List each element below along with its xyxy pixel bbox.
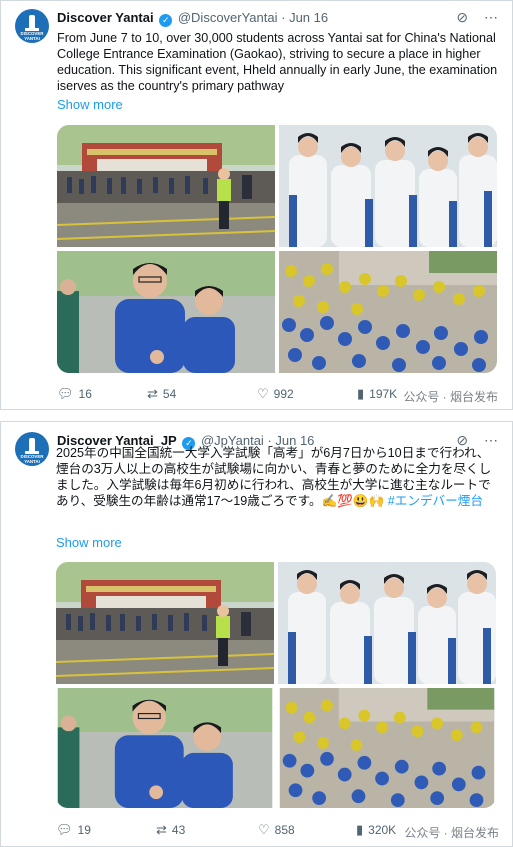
screenshot-canvas: DISCOVER YANTAI Discover Yantai ✓ @Disco… bbox=[0, 0, 513, 847]
tweet-header: Discover Yantai ✓ @DiscoverYantai · Jun … bbox=[57, 10, 500, 28]
like-button[interactable]: ♡ 858 bbox=[258, 822, 295, 838]
reply-button[interactable]: 💬︎ 16 bbox=[57, 386, 92, 402]
reply-icon: 💬︎ bbox=[57, 386, 74, 401]
repost-count: 43 bbox=[171, 823, 186, 837]
avatar-logo-text: DISCOVER YANTAI bbox=[20, 31, 44, 41]
photo-student-crowd[interactable] bbox=[278, 688, 496, 808]
photo-students-uniforms[interactable] bbox=[279, 125, 497, 247]
tweet-date[interactable]: · Jun 16 bbox=[281, 10, 328, 25]
author-name[interactable]: Discover Yantai bbox=[57, 10, 154, 25]
more-icon[interactable]: ⋯ bbox=[484, 9, 498, 25]
like-button[interactable]: ♡ 992 bbox=[257, 386, 294, 402]
show-more-link[interactable]: Show more bbox=[57, 97, 123, 112]
show-more-link[interactable]: Show more bbox=[56, 535, 122, 550]
hashtag-link[interactable]: #エンデバー煙台 bbox=[388, 494, 483, 508]
tower-icon bbox=[29, 438, 35, 452]
photo-students-uniforms[interactable] bbox=[278, 562, 496, 684]
like-icon: ♡ bbox=[257, 386, 269, 401]
reply-icon: 💬︎ bbox=[56, 822, 73, 837]
reply-count: 19 bbox=[77, 823, 91, 837]
like-icon: ♡ bbox=[258, 822, 270, 837]
avatar[interactable]: DISCOVER YANTAI bbox=[15, 9, 49, 43]
photo-exam-gate[interactable] bbox=[56, 562, 274, 684]
avatar[interactable]: DISCOVER YANTAI bbox=[15, 432, 49, 466]
views-button[interactable]: ▮ 197K bbox=[357, 386, 397, 402]
photo-student-crowd[interactable] bbox=[279, 251, 497, 373]
watermark-text: 公众号 · 烟台发布 bbox=[403, 390, 498, 404]
photo-grid bbox=[57, 125, 497, 373]
photo-two-students[interactable] bbox=[56, 688, 274, 808]
tower-icon bbox=[29, 15, 35, 29]
tweet-text: From June 7 to 10, over 30,000 students … bbox=[57, 31, 498, 93]
repost-button[interactable]: ⇄ 54 bbox=[147, 386, 176, 402]
avatar-logo-text: DISCOVER YANTAI bbox=[20, 454, 44, 464]
views-count: 197K bbox=[369, 387, 398, 401]
photo-two-students[interactable] bbox=[57, 251, 275, 373]
verified-badge-icon: ✓ bbox=[159, 14, 173, 27]
watermark-text: 公众号 · 烟台发布 bbox=[404, 826, 499, 840]
reply-button[interactable]: 💬︎ 19 bbox=[56, 822, 91, 838]
like-count: 858 bbox=[274, 823, 295, 837]
views-icon: ▮ bbox=[356, 822, 364, 837]
author-handle[interactable]: @DiscoverYantai bbox=[178, 10, 278, 25]
views-icon: ▮ bbox=[357, 386, 365, 401]
views-button[interactable]: ▮ 320K bbox=[356, 822, 396, 838]
repost-count: 54 bbox=[162, 387, 177, 401]
photo-exam-gate[interactable] bbox=[57, 125, 275, 247]
tweet-card[interactable]: DISCOVER YANTAI Discover Yantai ✓ @Disco… bbox=[0, 0, 513, 410]
reply-count: 16 bbox=[78, 387, 92, 401]
repost-icon: ⇄ bbox=[147, 386, 158, 401]
views-count: 320K bbox=[368, 823, 397, 837]
repost-icon: ⇄ bbox=[156, 822, 167, 837]
grok-icon[interactable]: ⊘ bbox=[456, 9, 468, 25]
repost-button[interactable]: ⇄ 43 bbox=[156, 822, 185, 838]
header-icons: ⊘ ⋯ bbox=[444, 9, 498, 26]
photo-grid bbox=[56, 562, 496, 808]
like-count: 992 bbox=[273, 387, 294, 401]
tweet-text-jp: 2025年の中国全国統一大学入学試験「高考」が6月7日から10日まで行われ、煙台… bbox=[56, 446, 492, 508]
